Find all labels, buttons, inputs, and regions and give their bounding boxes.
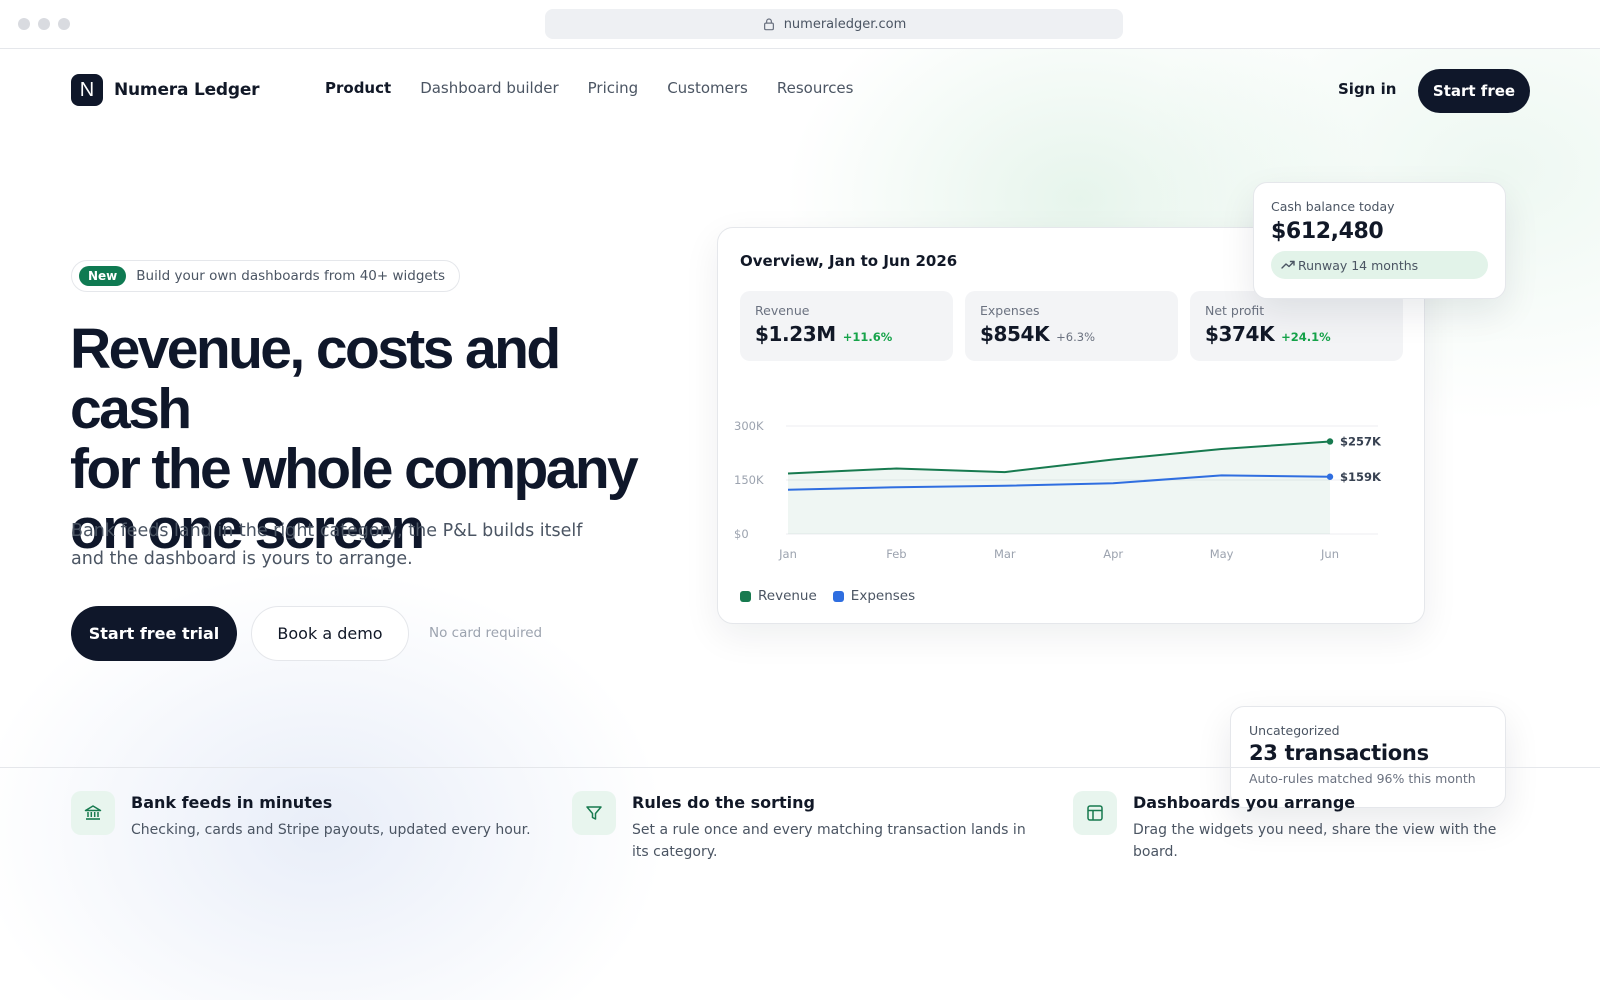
url-text: numeraledger.com <box>783 16 907 32</box>
hero-subtext: Bank feeds land in the right category, t… <box>71 521 583 569</box>
kpi-change: +11.6% <box>842 330 893 344</box>
revenue-expenses-chart: $0 150K 300K Jan Feb Mar Apr May Jun $257K $159K <box>734 419 1382 561</box>
no-card-note: No card required <box>429 625 543 641</box>
feature-title: Dashboards you arrange <box>1133 793 1356 812</box>
kpi-value: $854K <box>980 322 1050 346</box>
legend-swatch-revenue <box>740 590 751 602</box>
cash-balance-card: Cash balance today $612,480 Runway 14 mo… <box>1253 182 1506 299</box>
feature-dashboards: Dashboards you arrange Drag the widgets … <box>1073 791 1543 863</box>
runway-badge: Runway 14 months <box>1271 251 1488 279</box>
legend-item-revenue: Revenue <box>740 588 817 604</box>
book-demo-button[interactable]: Book a demo <box>251 606 409 661</box>
kpi-value: $374K <box>1205 322 1275 346</box>
y-tick-label: 300K <box>734 419 764 433</box>
legend-label: Expenses <box>850 588 916 604</box>
kpi-label: Expenses <box>980 303 1040 318</box>
cash-label: Cash balance today <box>1271 199 1395 214</box>
filter-icon <box>572 791 616 835</box>
kpi-label: Net profit <box>1205 303 1265 318</box>
uncategorized-note: Auto-rules matched 96% this month <box>1249 771 1476 786</box>
bank-icon <box>71 791 115 835</box>
start-free-button[interactable]: Start free <box>1418 69 1530 113</box>
nav-dashboard-builder[interactable]: Dashboard builder <box>420 79 558 97</box>
headline-line-2: for the whole company <box>70 437 639 501</box>
trend-up-icon <box>1281 260 1295 269</box>
kpi-change: +6.3% <box>1056 330 1096 344</box>
main-nav: Product Dashboard builder Pricing Custom… <box>325 79 853 97</box>
announcement-text: Build your own dashboards from 40+ widge… <box>136 268 446 284</box>
kpi-value: $1.23M <box>755 322 836 346</box>
x-tick-label: Apr <box>1103 547 1123 561</box>
feature-bank-feeds: Bank feeds in minutes Checking, cards an… <box>71 791 531 841</box>
feature-desc: Set a rule once and every matching trans… <box>632 822 1026 860</box>
legend-swatch-expenses <box>832 590 844 602</box>
nav-pricing[interactable]: Pricing <box>588 79 639 97</box>
y-tick-label: $0 <box>734 527 749 541</box>
sign-in-link[interactable]: Sign in <box>1338 80 1396 98</box>
nav-product[interactable]: Product <box>325 79 391 97</box>
legend-item-expenses: Expenses <box>832 588 916 604</box>
kpi-revenue: Revenue $1.23M +11.6% <box>740 291 953 361</box>
nav-resources[interactable]: Resources <box>777 79 854 97</box>
window-minimize-dot[interactable] <box>38 18 50 30</box>
layout-icon <box>1073 791 1117 835</box>
feature-desc: Drag the widgets you need, share the vie… <box>1133 822 1497 860</box>
legend-label: Revenue <box>758 588 817 604</box>
x-tick-label: Jun <box>1320 547 1339 561</box>
feature-title: Rules do the sorting <box>632 793 815 812</box>
kpi-label: Revenue <box>755 303 810 318</box>
brand[interactable]: N Numera Ledger <box>71 74 260 106</box>
new-badge: New <box>79 266 127 286</box>
address-bar[interactable]: numeraledger.com <box>545 9 1123 39</box>
start-free-trial-button[interactable]: Start free trial <box>71 606 237 661</box>
feature-title: Bank feeds in minutes <box>131 793 333 812</box>
revenue-end-label: $257K <box>1340 434 1382 448</box>
feature-desc: Checking, cards and Stripe payouts, upda… <box>131 822 531 838</box>
kpi-change: +24.1% <box>1281 330 1331 344</box>
announcement-pill[interactable]: New Build your own dashboards from 40+ w… <box>71 260 461 292</box>
uncategorized-label: Uncategorized <box>1249 723 1340 738</box>
kpi-expenses: Expenses $854K +6.3% <box>965 291 1178 361</box>
overview-title: Overview, Jan to Jun 2026 <box>740 252 958 270</box>
window-maximize-dot[interactable] <box>58 18 70 30</box>
window-close-dot[interactable] <box>18 18 30 30</box>
headline-line-1: Revenue, costs and cash <box>70 317 561 441</box>
x-tick-label: Feb <box>886 547 906 561</box>
expenses-end-label: $159K <box>1340 470 1382 484</box>
runway-text: Runway 14 months <box>1298 257 1419 273</box>
browser-toolbar: numeraledger.com <box>0 0 1600 49</box>
lock-icon <box>763 18 774 31</box>
uncategorized-value: 23 transactions <box>1249 741 1429 765</box>
kpi-net-profit: Net profit $374K +24.1% <box>1190 291 1403 361</box>
revenue-end-point <box>1326 438 1334 445</box>
x-tick-label: Jan <box>778 547 797 561</box>
feature-rules: Rules do the sorting Set a rule once and… <box>572 791 1027 863</box>
x-tick-label: May <box>1210 547 1234 561</box>
y-tick-label: 150K <box>734 473 764 487</box>
cash-value: $612,480 <box>1271 219 1384 244</box>
x-tick-label: Mar <box>994 547 1016 561</box>
nav-customers[interactable]: Customers <box>667 79 748 97</box>
expenses-end-point <box>1326 473 1334 480</box>
landing-page: N Numera Ledger Product Dashboard builde… <box>0 49 1600 1000</box>
brand-logo: N <box>71 74 103 106</box>
brand-name: Numera Ledger <box>114 80 260 100</box>
section-divider <box>0 767 1600 768</box>
chart-legend: Revenue Expenses <box>740 588 915 604</box>
